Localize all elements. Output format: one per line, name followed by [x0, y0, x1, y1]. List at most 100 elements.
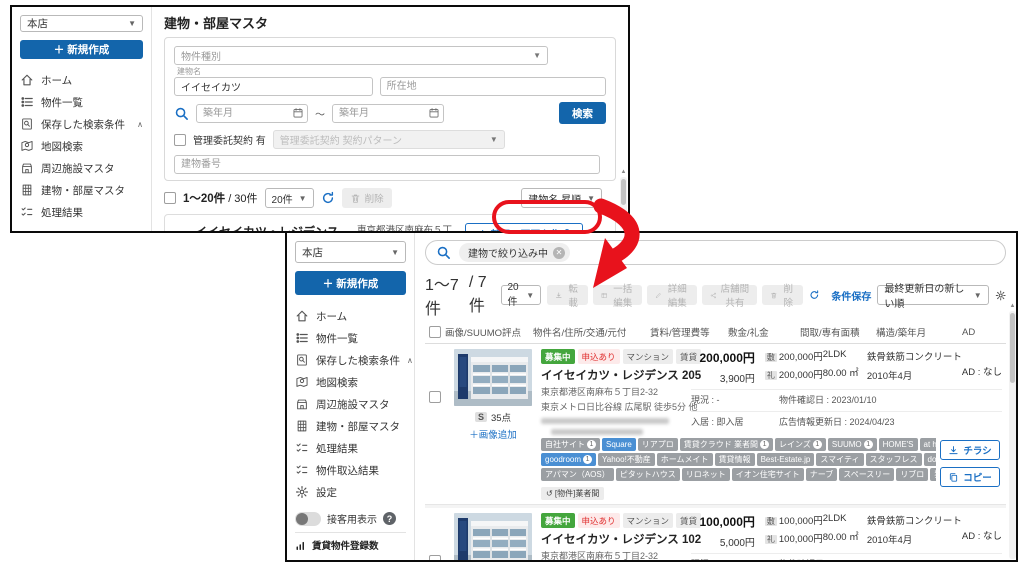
property-name[interactable]: イイセイカツ・レジデンス 102: [541, 531, 701, 547]
sort-select[interactable]: 最終更新日の新しい順 ▼: [877, 284, 989, 310]
home-icon: [20, 73, 34, 87]
location-input[interactable]: [379, 77, 606, 96]
save-conditions-link[interactable]: 条件保存: [831, 288, 871, 303]
row-checkbox[interactable]: [429, 391, 441, 403]
area: 80.00 ㎡: [822, 368, 859, 379]
channel-tag: スペースリー: [839, 468, 895, 481]
property-name[interactable]: イイセイカツ・レジデンス 205: [541, 367, 701, 383]
sidebar-item[interactable]: 建物・部屋マスタ: [295, 415, 406, 437]
delete-button[interactable]: 削除: [341, 188, 392, 208]
refresh-icon[interactable]: [321, 191, 335, 205]
store-select[interactable]: 本店 ▼: [20, 15, 143, 33]
scroll-up-icon[interactable]: ▲: [620, 169, 627, 175]
sidebar-item[interactable]: 保存した検索条件 ∧: [20, 113, 143, 135]
sidebar-item[interactable]: ホーム: [20, 69, 143, 91]
row-checkbox[interactable]: [429, 555, 441, 560]
building-grid-icon: [295, 419, 309, 433]
list-icon: [20, 95, 34, 109]
chevron-up-icon: ∧: [137, 119, 143, 129]
mgmt-pattern-select[interactable]: 管理委託契約 契約パターン ▼: [272, 130, 505, 149]
sidebar-item[interactable]: 物件取込結果: [295, 459, 406, 481]
sidebar-item[interactable]: 処理結果: [20, 201, 143, 223]
toolbar-button[interactable]: 削除: [762, 284, 803, 309]
channel-tag: Best-Estate.jp: [756, 453, 815, 466]
sidebar-item[interactable]: 保存した検索条件 ∧: [295, 349, 413, 371]
channel-tag: リロネット: [681, 468, 730, 481]
per-page-select[interactable]: 20件 ▼: [264, 188, 314, 208]
search-button[interactable]: 検索: [559, 102, 606, 124]
store-select[interactable]: 本店 ▼: [295, 241, 406, 263]
mgmt-contract-checkbox[interactable]: [174, 133, 186, 146]
add-image-link[interactable]: ＋画像追加: [451, 427, 535, 441]
registered-count-label: 賃貸物件登録数: [312, 541, 379, 552]
sidebar-item[interactable]: 建物・部屋マスタ: [20, 179, 143, 201]
toolbar-button[interactable]: 転載: [547, 284, 588, 309]
home-icon: [295, 309, 309, 323]
copy-button[interactable]: コピー: [940, 467, 1000, 487]
channel-tag: SUUMO 1: [827, 438, 877, 451]
sidebar-item[interactable]: 設定: [295, 481, 406, 503]
calendar-icon[interactable]: [292, 107, 304, 119]
toolbar-button[interactable]: 一括編集: [592, 284, 643, 309]
sidebar-item[interactable]: 地図検索: [20, 135, 143, 157]
sidebar-item[interactable]: 物件一覧: [295, 327, 406, 349]
result-total: / 30件: [228, 193, 258, 205]
agent-note-tag: ↺ [物件]業者間: [541, 487, 605, 500]
gear-icon[interactable]: [995, 288, 1006, 303]
sidebar-item[interactable]: 周辺施設マスタ: [295, 393, 406, 415]
suumo-grade-badge: S: [474, 412, 487, 422]
select-all-checkbox[interactable]: [164, 192, 176, 204]
checklist-icon: [295, 441, 309, 455]
rent: 200,000円: [699, 351, 755, 365]
sidebar-menu: ホーム 物件一覧 保存した検索条件 ∧ 地図検索 周辺施設マスタ 建物・部屋マスタ 処理結果: [20, 69, 143, 223]
clear-filter-icon[interactable]: ✕: [553, 246, 565, 259]
building-name-input[interactable]: [174, 77, 373, 96]
channel-tags: 自社サイト 1 Square リアプロ 賃貸クラウド 業者間 1 レインズ 1 SUUMO 1 HO…: [541, 438, 936, 501]
layout: 2LDK: [822, 349, 847, 360]
property-photo[interactable]: [454, 349, 532, 406]
select-all-checkbox[interactable]: [429, 326, 441, 338]
download-icon: [948, 445, 959, 456]
search-bar[interactable]: 建物で絞り込み中 ✕: [425, 240, 1006, 265]
key-money: 100,000円: [778, 534, 823, 545]
sidebar-item[interactable]: 地図検索: [295, 371, 406, 393]
building-number-input[interactable]: [174, 155, 600, 174]
property-photo[interactable]: [454, 513, 532, 560]
per-page-select[interactable]: 20件 ▼: [500, 282, 542, 308]
sort-select[interactable]: 建物名 昇順 ▼: [521, 188, 602, 208]
toolbar-button[interactable]: 詳細編集: [647, 284, 697, 309]
scroll-up-icon[interactable]: ▲: [1009, 303, 1016, 309]
scrollbar[interactable]: ▲: [620, 169, 627, 229]
flyer-button[interactable]: チラシ: [940, 440, 1000, 460]
channel-tag: リブロ: [896, 468, 929, 481]
toolbar-button[interactable]: 店舗間共有: [701, 284, 758, 309]
create-new-button[interactable]: ＋ 新規作成: [295, 271, 406, 295]
scrollbar[interactable]: ▲: [1009, 303, 1016, 559]
doc-search-icon: [295, 353, 309, 367]
building-name-label: 建物名: [177, 67, 201, 76]
property-type-select[interactable]: 物件種別 ▼: [174, 46, 548, 65]
list-toolbar: 1～7件 / 7件 20件 ▼ 転載 一括編集 詳細編集 店舗間共有 削除 条件保存 最…: [425, 271, 1006, 319]
sidebar-item[interactable]: 処理結果: [295, 437, 406, 459]
channel-tag: HOME'S: [878, 438, 918, 451]
chevron-down-icon: ▼: [128, 19, 136, 29]
ad-value: AD : なし: [961, 367, 1002, 378]
customer-view-toggle[interactable]: [295, 511, 321, 526]
structure: 鉄骨鉄筋コンクリート: [866, 352, 962, 363]
search-icon: [174, 106, 189, 121]
refresh-icon[interactable]: [809, 288, 820, 302]
sidebar-item[interactable]: 物件一覧: [20, 91, 143, 113]
facility-icon: [20, 161, 34, 175]
calendar-icon[interactable]: [428, 107, 440, 119]
help-icon[interactable]: ?: [383, 512, 396, 525]
create-new-button[interactable]: ＋ 新規作成: [20, 40, 143, 59]
map-search-icon: [295, 375, 309, 389]
building-address: 東京都港区南麻布５丁目2-32: [357, 225, 453, 231]
map-search-icon: [20, 139, 34, 153]
sidebar-item[interactable]: 周辺施設マスタ: [20, 157, 143, 179]
sidebar: 本店 ▼ ＋ 新規作成 ホーム 物件一覧 保存した検索条件 ∧ 地図検索 周辺施設マスタ建…: [12, 7, 152, 231]
deposit: 100,000円: [778, 516, 823, 527]
create-room-button[interactable]: ＋ 部屋・区画を作成: [465, 223, 583, 231]
page-title: 建物・部屋マスタ: [164, 16, 269, 31]
sidebar-item[interactable]: ホーム: [295, 305, 406, 327]
